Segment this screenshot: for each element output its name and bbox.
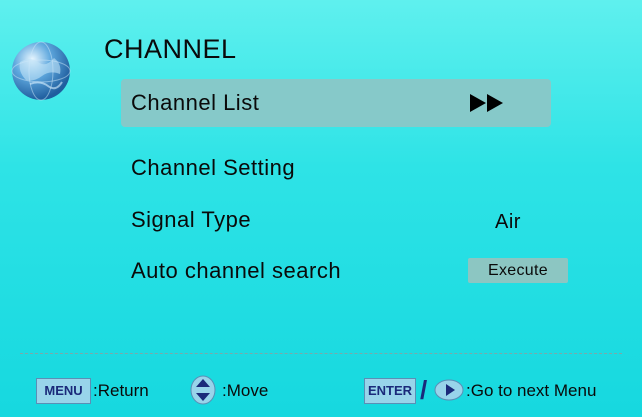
menu-item-channel-setting[interactable]: Channel Setting bbox=[121, 144, 551, 192]
menu-title: CHANNEL bbox=[104, 34, 237, 64]
enter-key-button[interactable]: ENTER bbox=[364, 378, 416, 404]
menu-key-button[interactable]: MENU bbox=[36, 378, 91, 404]
double-arrow-icon bbox=[470, 94, 503, 112]
up-down-arrows-icon bbox=[190, 375, 216, 405]
globe-icon bbox=[11, 41, 71, 101]
menu-item-label: Signal Type bbox=[131, 207, 252, 232]
menu-item-label: Channel Setting bbox=[131, 155, 296, 180]
divider bbox=[20, 353, 622, 354]
execute-button[interactable]: Execute bbox=[468, 258, 568, 283]
move-hint: :Move bbox=[222, 381, 269, 400]
menu-item-label: Channel List bbox=[131, 90, 260, 115]
footer-hints: MENU :Return :Move ENTER / :Go to next M… bbox=[0, 373, 642, 407]
next-menu-hint: :Go to next Menu bbox=[466, 381, 597, 400]
menu-item-auto-channel-search[interactable]: Auto channel search Execute bbox=[121, 247, 568, 295]
menu-item-signal-type[interactable]: Signal Type Air bbox=[121, 196, 551, 244]
return-hint: :Return bbox=[93, 381, 149, 400]
right-arrow-icon[interactable] bbox=[434, 379, 464, 401]
menu-item-label: Auto channel search bbox=[131, 258, 342, 283]
menu-item-channel-list[interactable]: Channel List bbox=[121, 79, 551, 127]
signal-type-value: Air bbox=[495, 211, 521, 233]
key-separator: / bbox=[420, 375, 428, 405]
